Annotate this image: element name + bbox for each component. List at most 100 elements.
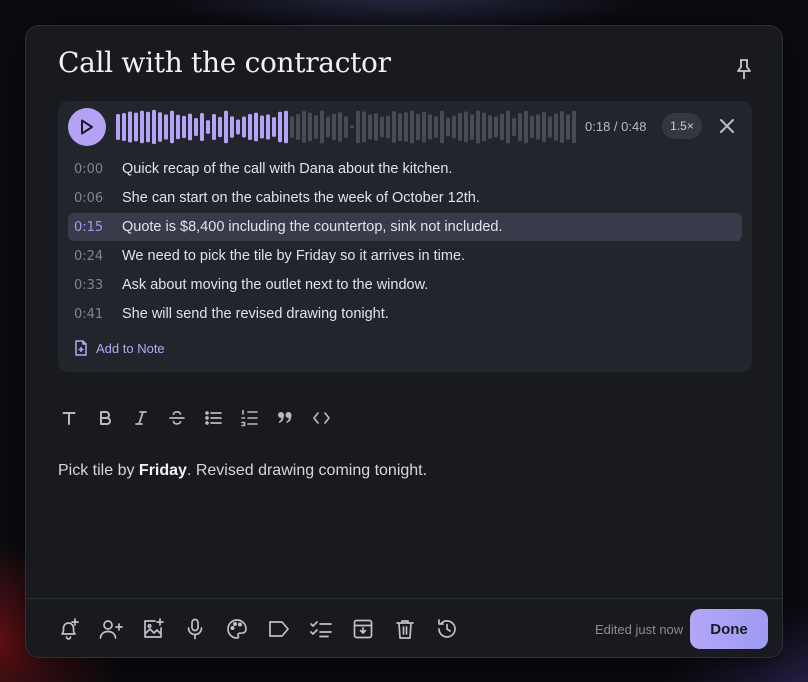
waveform-bar (332, 113, 336, 141)
note-editor-dialog: Call with the contractor 0:18 / 0:48 1.5… (25, 25, 783, 658)
waveform-bar (512, 118, 516, 136)
microphone-icon (187, 618, 203, 640)
bullet-list-button[interactable] (202, 407, 224, 429)
waveform-bar (152, 109, 156, 145)
label-button[interactable] (266, 616, 292, 642)
waveform-bar (494, 116, 498, 138)
waveform-bar (284, 110, 288, 144)
audio-waveform[interactable] (116, 109, 576, 145)
collaborator-icon (99, 620, 123, 639)
remind-me-button[interactable] (56, 616, 82, 642)
italic-button[interactable] (130, 407, 152, 429)
done-button[interactable]: Done (690, 609, 768, 649)
pin-button[interactable] (731, 56, 757, 82)
add-to-note-button[interactable]: Add to Note (74, 340, 165, 356)
transcript-line[interactable]: 0:00 Quick recap of the call with Dana ab… (68, 155, 742, 183)
reminder-icon (61, 618, 79, 640)
waveform-bar (218, 116, 222, 138)
waveform-bar (350, 125, 354, 129)
waveform-bar (518, 112, 522, 142)
waveform-bar (506, 110, 510, 144)
body-text-segment: Pick tile by (58, 462, 139, 479)
numbered-list-button[interactable] (238, 407, 260, 429)
waveform-bar (194, 118, 198, 136)
waveform-bar (302, 111, 306, 143)
strikethrough-button[interactable] (166, 407, 188, 429)
waveform-bar (482, 112, 486, 142)
transcript-timestamp: 0:06 (74, 191, 104, 206)
formatting-toolbar (58, 407, 346, 429)
waveform-bar (458, 112, 462, 142)
play-icon (81, 119, 93, 135)
waveform-bar (320, 110, 324, 144)
color-button[interactable] (224, 616, 250, 642)
waveform-bar (200, 112, 204, 142)
waveform-bar (128, 111, 132, 143)
transcript-line[interactable]: 0:06 She can start on the cabinets the we… (68, 184, 742, 212)
transcript-text: Quick recap of the call with Dana about … (122, 161, 453, 177)
waveform-bar (170, 110, 174, 144)
bullet-list-icon (204, 411, 222, 425)
waveform-bar (140, 110, 144, 144)
waveform-bar (116, 114, 120, 140)
transcript-timestamp: 0:41 (74, 307, 104, 322)
transcript-line[interactable]: 0:24 We need to pick the tile by Friday s… (68, 242, 742, 270)
voice-note-button[interactable] (182, 616, 208, 642)
note-body[interactable]: Pick tile by Friday. Revised drawing com… (58, 462, 427, 480)
waveform-bar (242, 116, 246, 138)
waveform-bar (428, 114, 432, 140)
quote-button[interactable] (274, 407, 296, 429)
transcript-line[interactable]: 0:33 Ask about moving the outlet next to … (68, 271, 742, 299)
waveform-bar (224, 110, 228, 144)
note-title[interactable]: Call with the contractor (58, 46, 391, 79)
waveform-bar (362, 111, 366, 143)
waveform-bar (230, 116, 234, 138)
waveform-bar (536, 114, 540, 140)
delete-button[interactable] (392, 616, 418, 642)
waveform-bar (266, 114, 270, 140)
close-icon (720, 119, 734, 133)
bold-button[interactable] (94, 407, 116, 429)
waveform-bar (488, 115, 492, 139)
close-player-button[interactable] (716, 115, 738, 137)
play-button[interactable] (68, 108, 106, 146)
waveform-bar (470, 114, 474, 140)
add-image-icon (144, 618, 164, 638)
waveform-bar (476, 110, 480, 144)
quote-icon (278, 412, 292, 423)
add-image-button[interactable] (140, 616, 166, 642)
code-button[interactable] (310, 407, 332, 429)
pin-icon (737, 59, 751, 79)
transcript-text: She will send the revised drawing tonigh… (122, 306, 389, 322)
waveform-bar (356, 110, 360, 144)
transcript-line[interactable]: 0:41 She will send the revised drawing to… (68, 300, 742, 328)
numbered-list-icon (240, 409, 258, 427)
text-style-icon (62, 412, 76, 425)
add-document-icon (75, 340, 87, 356)
waveform-bar (212, 114, 216, 140)
waveform-bar (164, 114, 168, 140)
transcript-text: Quote is $8,400 including the countertop… (122, 219, 503, 235)
waveform-bar (254, 112, 258, 142)
checklist-button[interactable] (308, 616, 334, 642)
waveform-bar (158, 112, 162, 142)
version-history-button[interactable] (434, 616, 460, 642)
transcript-text: Ask about moving the outlet next to the … (122, 277, 429, 293)
italic-icon (135, 411, 147, 425)
waveform-bar (314, 115, 318, 139)
waveform-bar (566, 114, 570, 140)
transcript-line-active[interactable]: 0:15 Quote is $8,400 including the counte… (68, 213, 742, 241)
waveform-bar (344, 116, 348, 138)
transcript-timestamp: 0:33 (74, 278, 104, 293)
waveform-bar (446, 117, 450, 137)
waveform-bar (500, 113, 504, 141)
waveform-bar (260, 115, 264, 139)
label-icon (269, 621, 289, 637)
transcript-timestamp: 0:24 (74, 249, 104, 264)
archive-button[interactable] (350, 616, 376, 642)
code-icon (312, 412, 330, 424)
playback-speed-button[interactable]: 1.5× (662, 113, 702, 139)
text-style-button[interactable] (58, 407, 80, 429)
collaborator-button[interactable] (98, 616, 124, 642)
waveform-bar (122, 112, 126, 142)
